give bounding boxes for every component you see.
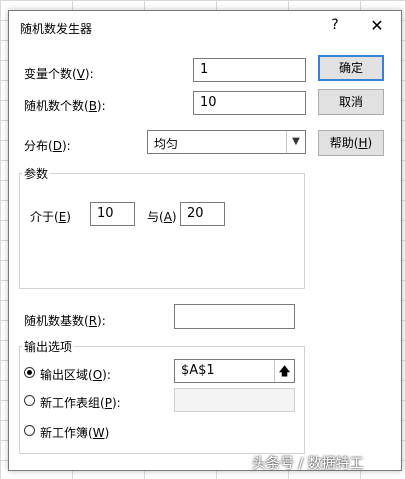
rand-count-label: 随机数个数(B): (24, 99, 106, 113)
dialog-title: 随机数发生器 (20, 22, 93, 36)
close-icon[interactable]: ✕ (367, 16, 387, 35)
var-count-label: 变量个数(V): (24, 67, 94, 81)
var-count-input[interactable]: 1 (193, 58, 306, 82)
between-label: 介于(E) (30, 210, 71, 224)
new-sheet-input[interactable] (174, 388, 295, 412)
title-bar: 随机数发生器 ? ✕ (9, 11, 401, 43)
rand-count-input[interactable]: 10 (193, 91, 306, 115)
params-group-title: 参数 (22, 165, 51, 182)
chevron-down-icon[interactable]: ▼ (286, 131, 305, 153)
and-input[interactable]: 20 (180, 202, 225, 226)
random-number-dialog: 随机数发生器 ? ✕ 变量个数(V): 1 随机数个数(B): 10 分布(D)… (8, 10, 402, 471)
new-book-label: 新工作簿(W) (40, 426, 110, 440)
seed-input[interactable] (174, 304, 295, 329)
output-range-label: 输出区域(O): (40, 368, 111, 382)
seed-label: 随机数基数(R): (24, 314, 106, 328)
new-sheet-label: 新工作表组(P): (40, 396, 121, 410)
and-label: 与(A) (147, 210, 177, 224)
range-select-icon[interactable]: 🡅 (274, 360, 294, 382)
ok-button[interactable]: 确定 (318, 55, 384, 81)
distribution-value: 均匀 (154, 137, 179, 151)
help-question-icon[interactable]: ? (325, 17, 345, 33)
output-range-input[interactable]: $A$1 🡅 (174, 359, 295, 383)
between-input[interactable]: 10 (90, 202, 135, 226)
output-range-value: $A$1 (181, 363, 215, 378)
new-book-radio[interactable] (24, 425, 35, 436)
distribution-label: 分布(D): (24, 139, 71, 153)
distribution-select[interactable]: 均匀 ▼ (147, 130, 306, 154)
new-sheet-radio[interactable] (24, 395, 35, 406)
output-group-title: 输出选项 (22, 338, 75, 355)
output-range-radio[interactable] (24, 367, 35, 378)
help-button[interactable]: 帮助(H) (318, 130, 384, 156)
watermark-text: 头条号 / 数据特工 (252, 456, 364, 472)
params-group (19, 173, 305, 289)
cancel-button[interactable]: 取消 (318, 89, 384, 115)
